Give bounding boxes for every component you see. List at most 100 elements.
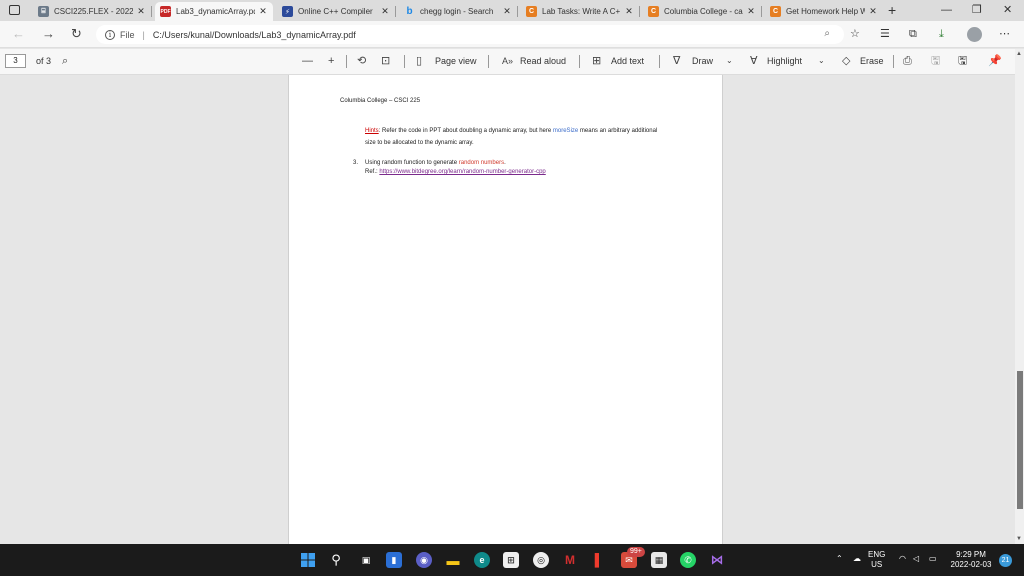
blackboard-icon: ⌸ [38, 6, 49, 17]
volume-icon[interactable]: ◁ [913, 554, 919, 564]
scroll-down-icon[interactable]: ▼ [1016, 536, 1022, 542]
pdf-viewer: Columbia College – CSCI 225 Hints: Refer… [0, 75, 1024, 544]
item-number: 3. [353, 160, 359, 166]
tab-lab-tasks[interactable]: C Lab Tasks: Write A C+ ✕ [521, 2, 640, 21]
fit-page-icon[interactable]: ⊡ [381, 54, 390, 68]
page-total: of 3 [36, 56, 52, 66]
scrollbar[interactable]: ▲ ▼ [1015, 49, 1024, 544]
file-explorer-icon[interactable]: ▬ [445, 552, 461, 568]
tab-online-compiler[interactable]: ⚡ Online C++ Compiler ✕ [277, 2, 396, 21]
wifi-icon[interactable]: ◠ [899, 554, 906, 564]
more-menu-icon[interactable]: ⋯ [999, 27, 1010, 41]
zoom-icon[interactable]: ⌕ [824, 28, 830, 39]
scroll-up-icon[interactable]: ▲ [1016, 51, 1022, 57]
print-icon[interactable]: ⎙ [903, 54, 912, 68]
reference-line: Ref.: https://www.bitdegree.org/learn/ra… [365, 169, 546, 175]
visual-studio-icon[interactable]: ⋈ [709, 552, 725, 568]
refresh-icon[interactable]: ↻ [71, 27, 82, 41]
item-highlight: random numbers [458, 160, 505, 166]
chat-icon[interactable]: ◉ [416, 552, 432, 568]
add-text-button[interactable]: Add text [611, 55, 644, 68]
tab-csci225[interactable]: ⌸ CSCI225.FLEX - 2022 W ✕ [33, 2, 152, 21]
page-header: Columbia College – CSCI 225 [340, 98, 421, 104]
address-bar[interactable]: i File | C:/Users/kunal/Downloads/Lab3_d… [96, 25, 844, 44]
erase-icon: ◇ [842, 55, 851, 67]
close-window-button[interactable]: ✕ [1003, 2, 1012, 19]
highlight-button[interactable]: Highlight [767, 55, 802, 68]
close-tab-icon[interactable]: ✕ [746, 6, 756, 17]
mcafee-icon[interactable]: M [562, 552, 578, 568]
widgets-icon[interactable]: ▮ [386, 552, 402, 568]
close-tab-icon[interactable]: ✕ [502, 6, 512, 17]
tab-title: chegg login - Search [420, 7, 494, 16]
tab-homework-help[interactable]: C Get Homework Help W ✕ [765, 2, 883, 21]
page-number-input[interactable]: 3 [5, 54, 26, 68]
chevron-down-icon[interactable]: ⌄ [818, 54, 825, 68]
search-icon[interactable]: ⚲ [328, 552, 344, 568]
chegg-icon: C [770, 6, 781, 17]
tab-title: Online C++ Compiler [298, 7, 373, 16]
info-icon[interactable]: i [105, 29, 115, 40]
minimize-button[interactable]: — [941, 2, 952, 19]
store-icon[interactable]: ⊞ [503, 552, 519, 568]
whatsapp-icon[interactable]: ✆ [680, 552, 696, 568]
calendar-icon[interactable]: ▦ [651, 552, 667, 568]
read-aloud-icon: A» [502, 56, 514, 66]
save-icon: 🖫 [931, 55, 941, 67]
add-favorite-icon[interactable]: ☆ [850, 27, 860, 41]
chegg-icon: C [648, 6, 659, 17]
pdf-icon: PDF [160, 6, 171, 17]
reference-link[interactable]: https://www.bitdegree.org/learn/random-n… [379, 169, 545, 175]
collections-icon[interactable]: ⧉ [909, 27, 917, 41]
zoom-in-icon[interactable]: + [328, 54, 334, 68]
restore-button[interactable]: ❐ [972, 2, 982, 19]
erase-button[interactable]: Erase [860, 55, 884, 68]
hint-moresize: moreSize [552, 128, 579, 134]
profile-avatar[interactable] [967, 27, 982, 42]
date-text: 2022-02-03 [950, 560, 992, 569]
close-tab-icon[interactable]: ✕ [624, 6, 634, 17]
scheme-label: File [120, 29, 135, 40]
close-tab-icon[interactable]: ✕ [868, 6, 878, 17]
zoom-out-icon[interactable]: — [302, 54, 313, 68]
onedrive-icon[interactable]: ☁ [853, 554, 861, 564]
highlight-icon: ∀ [750, 55, 758, 67]
chevron-down-icon[interactable]: ⌄ [726, 54, 733, 68]
lang-text: ENG [868, 550, 886, 559]
search-icon[interactable]: ⌕ [62, 54, 68, 68]
task-view-icon[interactable]: ▣ [358, 552, 374, 568]
edge-icon[interactable]: e [474, 552, 490, 568]
notification-badge[interactable]: 21 [999, 554, 1012, 567]
tab-columbia-college[interactable]: C Columbia College - ca ✕ [643, 2, 762, 21]
scrollbar-thumb[interactable] [1017, 371, 1023, 509]
read-aloud-button[interactable]: Read aloud [520, 55, 566, 68]
draw-button[interactable]: Draw [692, 55, 713, 68]
start-button[interactable] [300, 552, 316, 568]
ref-label: Ref.: [365, 169, 380, 175]
language-indicator[interactable]: ENG US [868, 550, 885, 570]
bing-icon: b [406, 6, 413, 17]
save-as-icon[interactable]: 🖫 [958, 54, 967, 68]
list-item-3: 3. Using random function to generate rand… [353, 157, 506, 169]
close-tab-icon[interactable]: ✕ [136, 6, 146, 17]
app-icon[interactable]: ◎ [533, 552, 549, 568]
add-text-icon: ⊞ [592, 55, 602, 67]
close-tab-icon[interactable]: ✕ [380, 6, 390, 17]
page-view-button[interactable]: Page view [435, 55, 477, 68]
battery-icon[interactable]: ▭ [929, 554, 937, 564]
favorites-icon[interactable]: ☰ [880, 27, 890, 41]
rotate-icon[interactable]: ⟲ [357, 54, 366, 68]
forward-icon[interactable]: → [42, 27, 55, 41]
tab-actions-icon[interactable] [9, 5, 20, 15]
office-icon[interactable]: ▌ [591, 552, 607, 568]
tray-overflow-icon[interactable]: ⌃ [836, 554, 843, 564]
download-icon[interactable]: ⤓ [939, 27, 944, 41]
tab-lab3-pdf[interactable]: PDF Lab3_dynamicArray.pdf ✕ [155, 2, 273, 21]
new-tab-button[interactable]: + [888, 2, 896, 19]
pin-icon[interactable]: 📌 [988, 54, 1002, 68]
clock[interactable]: 9:29 PM 2022-02-03 [948, 550, 994, 570]
url-text[interactable]: C:/Users/kunal/Downloads/Lab3_dynamicArr… [153, 30, 356, 40]
back-icon[interactable]: ← [12, 27, 25, 41]
close-tab-icon[interactable]: ✕ [258, 6, 268, 17]
tab-chegg-search[interactable]: b chegg login - Search ✕ [399, 2, 518, 21]
